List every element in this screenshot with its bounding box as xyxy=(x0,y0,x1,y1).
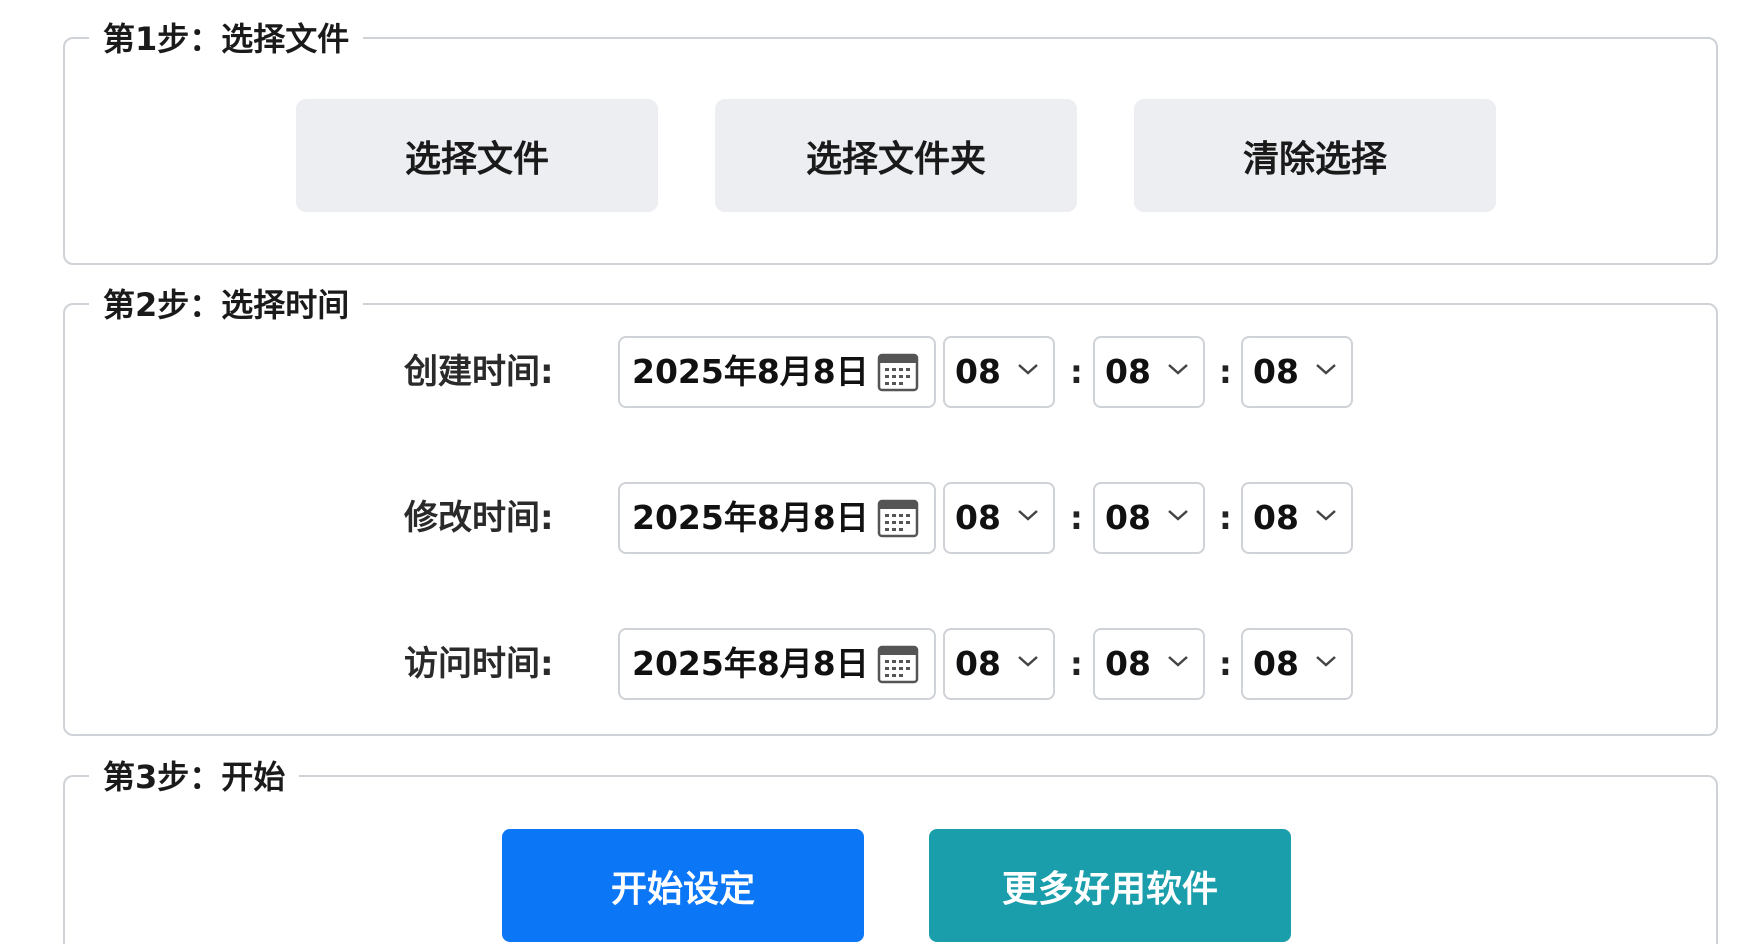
more-software-button[interactable]: 更多好用软件 xyxy=(929,829,1291,942)
modify-minute-value: 08 xyxy=(1105,498,1151,537)
modify-minute-select[interactable]: 08 xyxy=(1093,482,1205,554)
time-separator: : xyxy=(1219,353,1232,391)
modify-time-label: 修改时间: xyxy=(404,498,554,538)
modify-hour-select[interactable]: 08 xyxy=(943,482,1055,554)
time-separator: : xyxy=(1070,353,1083,391)
access-time-label: 访问时间: xyxy=(404,644,554,684)
create-hour-select[interactable]: 08 xyxy=(943,336,1055,408)
step3-legend: 第3步：开始 xyxy=(89,757,300,797)
access-second-select[interactable]: 08 xyxy=(1241,628,1353,700)
create-second-value: 08 xyxy=(1253,352,1299,391)
access-minute-select[interactable]: 08 xyxy=(1093,628,1205,700)
modify-date-picker[interactable]: 2025年8月8日 xyxy=(618,482,936,554)
time-separator: : xyxy=(1219,499,1232,537)
clear-selection-button[interactable]: 清除选择 xyxy=(1134,99,1496,212)
create-hour-value: 08 xyxy=(955,352,1001,391)
chevron-down-icon xyxy=(1018,364,1038,375)
modify-hour-value: 08 xyxy=(955,498,1001,537)
calendar-icon[interactable] xyxy=(876,642,920,686)
access-second-value: 08 xyxy=(1253,644,1299,683)
time-setter-page: 第1步：选择文件 选择文件 选择文件夹 清除选择 第2步：选择时间 创建时间: … xyxy=(0,0,1738,944)
time-separator: : xyxy=(1070,645,1083,683)
access-date-picker[interactable]: 2025年8月8日 xyxy=(618,628,936,700)
chevron-down-icon xyxy=(1316,510,1336,521)
step2-legend: 第2步：选择时间 xyxy=(89,285,364,325)
step1-group: 第1步：选择文件 选择文件 选择文件夹 清除选择 xyxy=(63,19,1718,265)
chevron-down-icon xyxy=(1018,656,1038,667)
chevron-down-icon xyxy=(1168,510,1188,521)
modify-time-row: 修改时间: 2025年8月8日 08 : 08: 08 xyxy=(65,482,1716,554)
modify-second-value: 08 xyxy=(1253,498,1299,537)
chevron-down-icon xyxy=(1316,656,1336,667)
access-time-row: 访问时间: 2025年8月8日 08 : 08: 08 xyxy=(65,628,1716,700)
create-time-label: 创建时间: xyxy=(404,352,554,392)
access-hour-value: 08 xyxy=(955,644,1001,683)
step2-group: 第2步：选择时间 创建时间: 2025年8月8日 08: 08: 08 修改… xyxy=(63,285,1718,736)
create-second-select[interactable]: 08 xyxy=(1241,336,1353,408)
time-separator: : xyxy=(1219,645,1232,683)
create-date-picker[interactable]: 2025年8月8日 xyxy=(618,336,936,408)
access-minute-value: 08 xyxy=(1105,644,1151,683)
modify-second-select[interactable]: 08 xyxy=(1241,482,1353,554)
create-date-value: 2025年8月8日 xyxy=(632,352,869,391)
calendar-icon[interactable] xyxy=(876,496,920,540)
create-minute-value: 08 xyxy=(1105,352,1151,391)
select-file-button[interactable]: 选择文件 xyxy=(296,99,658,212)
chevron-down-icon xyxy=(1168,656,1188,667)
access-hour-select[interactable]: 08 xyxy=(943,628,1055,700)
start-button[interactable]: 开始设定 xyxy=(502,829,864,942)
modify-date-value: 2025年8月8日 xyxy=(632,498,869,537)
chevron-down-icon xyxy=(1018,510,1038,521)
chevron-down-icon xyxy=(1316,364,1336,375)
access-date-value: 2025年8月8日 xyxy=(632,644,869,683)
step3-group: 第3步：开始 开始设定 更多好用软件 xyxy=(63,757,1718,944)
create-minute-select[interactable]: 08 xyxy=(1093,336,1205,408)
chevron-down-icon xyxy=(1168,364,1188,375)
calendar-icon[interactable] xyxy=(876,350,920,394)
step1-legend: 第1步：选择文件 xyxy=(89,19,364,59)
time-separator: : xyxy=(1070,499,1083,537)
create-time-row: 创建时间: 2025年8月8日 08 : 08: 08 xyxy=(65,336,1716,408)
select-folder-button[interactable]: 选择文件夹 xyxy=(715,99,1077,212)
